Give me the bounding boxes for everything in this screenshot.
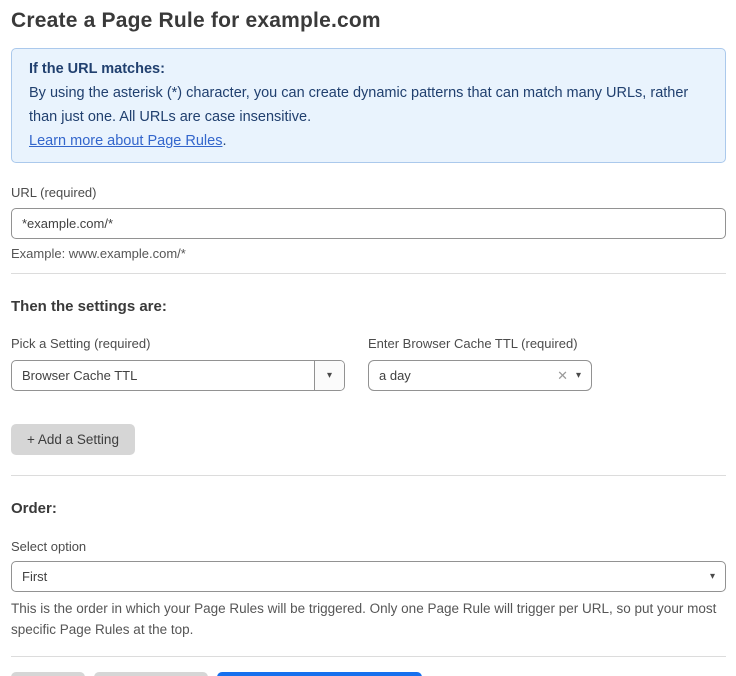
- form-actions: Cancel Save as Draft Save and Deploy Pag…: [11, 672, 726, 676]
- clear-icon[interactable]: ✕: [557, 368, 574, 384]
- save-as-draft-button[interactable]: Save as Draft: [94, 672, 208, 676]
- learn-more-link[interactable]: Learn more about Page Rules: [29, 133, 222, 149]
- url-field-label: URL (required): [11, 185, 726, 200]
- chevron-down-icon: ▾: [710, 572, 725, 582]
- link-period: .: [222, 133, 226, 149]
- chevron-down-icon: ▾: [327, 371, 332, 381]
- ttl-column: Enter Browser Cache TTL (required) a day…: [368, 315, 592, 391]
- order-select-label: Select option: [11, 539, 726, 554]
- info-box-body: By using the asterisk (*) character, you…: [29, 81, 708, 129]
- order-select-value: First: [12, 569, 710, 584]
- ttl-value: a day: [369, 368, 557, 383]
- pick-setting-arrow-cell[interactable]: ▾: [314, 361, 344, 390]
- divider: [11, 656, 726, 657]
- divider: [11, 273, 726, 274]
- pick-setting-select[interactable]: Browser Cache TTL ▾: [11, 360, 345, 391]
- info-box-heading: If the URL matches:: [29, 57, 708, 81]
- pick-setting-label: Pick a Setting (required): [11, 336, 345, 351]
- cancel-button[interactable]: Cancel: [11, 672, 85, 676]
- save-and-deploy-button[interactable]: Save and Deploy Page Rule: [217, 672, 423, 676]
- settings-section-heading: Then the settings are:: [11, 298, 726, 315]
- order-section-heading: Order:: [11, 500, 726, 517]
- add-setting-button[interactable]: + Add a Setting: [11, 424, 135, 455]
- settings-row: Pick a Setting (required) Browser Cache …: [11, 315, 726, 391]
- info-box-link-line: Learn more about Page Rules.: [29, 129, 708, 153]
- pick-setting-column: Pick a Setting (required) Browser Cache …: [11, 315, 345, 391]
- order-select[interactable]: First ▾: [11, 561, 726, 592]
- page-title: Create a Page Rule for example.com: [11, 9, 726, 33]
- url-input[interactable]: [11, 208, 726, 239]
- ttl-label: Enter Browser Cache TTL (required): [368, 336, 592, 351]
- order-help-text: This is the order in which your Page Rul…: [11, 598, 726, 640]
- pick-setting-value: Browser Cache TTL: [12, 368, 314, 383]
- url-match-info-box: If the URL matches: By using the asteris…: [11, 48, 726, 163]
- chevron-down-icon: ▾: [574, 371, 591, 381]
- ttl-select[interactable]: a day ✕ ▾: [368, 360, 592, 391]
- divider: [11, 475, 726, 476]
- url-example-text: Example: www.example.com/*: [11, 246, 726, 261]
- page-rule-form: Create a Page Rule for example.com If th…: [0, 0, 736, 676]
